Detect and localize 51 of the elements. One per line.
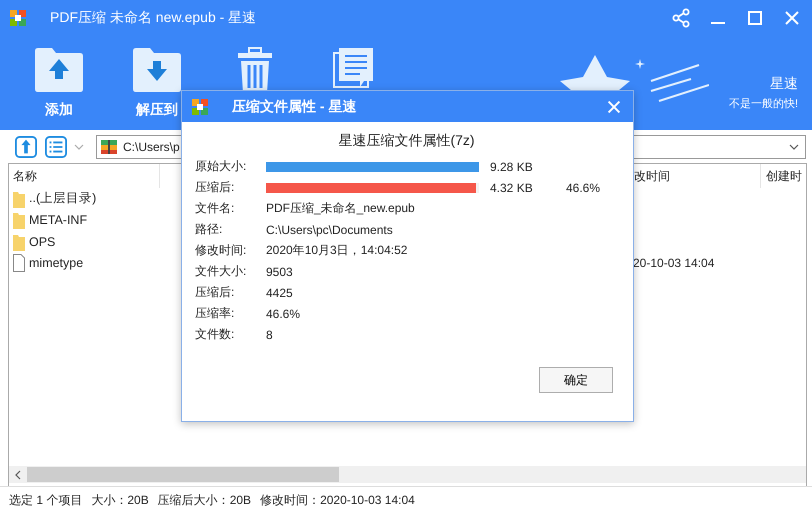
status-text: 修改时间：2020-10-03 14:04 xyxy=(260,492,415,508)
property-label: 文件数: xyxy=(195,326,236,343)
column-header[interactable]: 创建时 xyxy=(760,164,806,188)
archive-icon xyxy=(101,138,117,154)
dialog-heading: 星速压缩文件属性(7z) xyxy=(337,132,476,150)
window-title: PDF压缩 未命名 new.epub - 星速 xyxy=(50,8,256,26)
ratio-reading: 46.6% xyxy=(566,180,600,194)
app-logo-icon xyxy=(10,10,26,26)
up-folder-icon[interactable] xyxy=(14,136,38,158)
property-value: PDF压缩_未命名_new.epub xyxy=(266,200,415,217)
brand-slogan: 不是一般的快! xyxy=(728,97,798,111)
property-label: 压缩后: xyxy=(195,179,236,196)
ok-button[interactable]: 确定 xyxy=(539,367,613,393)
status-text: 压缩后大小：20B xyxy=(158,492,252,508)
status-text: 选定 1 个项目 xyxy=(9,492,82,508)
property-label: 原始大小: xyxy=(195,158,248,175)
file-name[interactable]: OPS xyxy=(29,234,56,249)
file-name[interactable]: META-INF xyxy=(29,213,88,228)
file-icon xyxy=(13,254,25,272)
property-label: 文件大小: xyxy=(195,263,248,280)
property-label: 路径: xyxy=(195,221,224,238)
size-reading: 4.32 KB xyxy=(490,180,534,194)
caret-icon[interactable] xyxy=(74,144,84,150)
view-list-icon[interactable] xyxy=(44,136,68,158)
app-logo-icon xyxy=(192,98,208,114)
property-value: 8 xyxy=(266,328,273,342)
dialog-title: 压缩文件属性 - 星速 xyxy=(232,98,356,116)
dropdown-caret-icon[interactable] xyxy=(789,144,799,150)
file-name[interactable]: ..(上层目录) xyxy=(29,190,96,208)
modified-time: 20-10-03 14:04 xyxy=(633,256,716,270)
folder-icon xyxy=(13,190,25,208)
brand-name: 星速 xyxy=(770,75,798,93)
property-value: 2020年10月3日，14:04:52 xyxy=(266,242,408,259)
scroll-left-icon[interactable] xyxy=(15,470,21,480)
property-label: 压缩后: xyxy=(195,284,236,301)
property-value: 9503 xyxy=(266,264,293,278)
column-header[interactable]: 名称 xyxy=(9,164,160,188)
property-label: 修改时间: xyxy=(195,242,248,259)
property-label: 文件名: xyxy=(195,200,236,217)
file-name[interactable]: mimetype xyxy=(29,256,84,270)
property-label: 压缩率: xyxy=(195,305,236,322)
property-value: 4425 xyxy=(266,286,293,300)
folder-icon xyxy=(13,211,25,230)
property-value: 46.6% xyxy=(266,306,300,320)
share-icon[interactable] xyxy=(671,8,691,28)
horizontal-scrollbar[interactable] xyxy=(9,466,806,483)
folder-icon xyxy=(13,232,25,251)
size-reading: 9.28 KB xyxy=(490,160,534,174)
property-value: C:\Users\pc\Documents xyxy=(266,222,393,236)
status-text: 大小：20B xyxy=(91,492,149,508)
column-header[interactable]: 改时间 xyxy=(634,164,760,188)
